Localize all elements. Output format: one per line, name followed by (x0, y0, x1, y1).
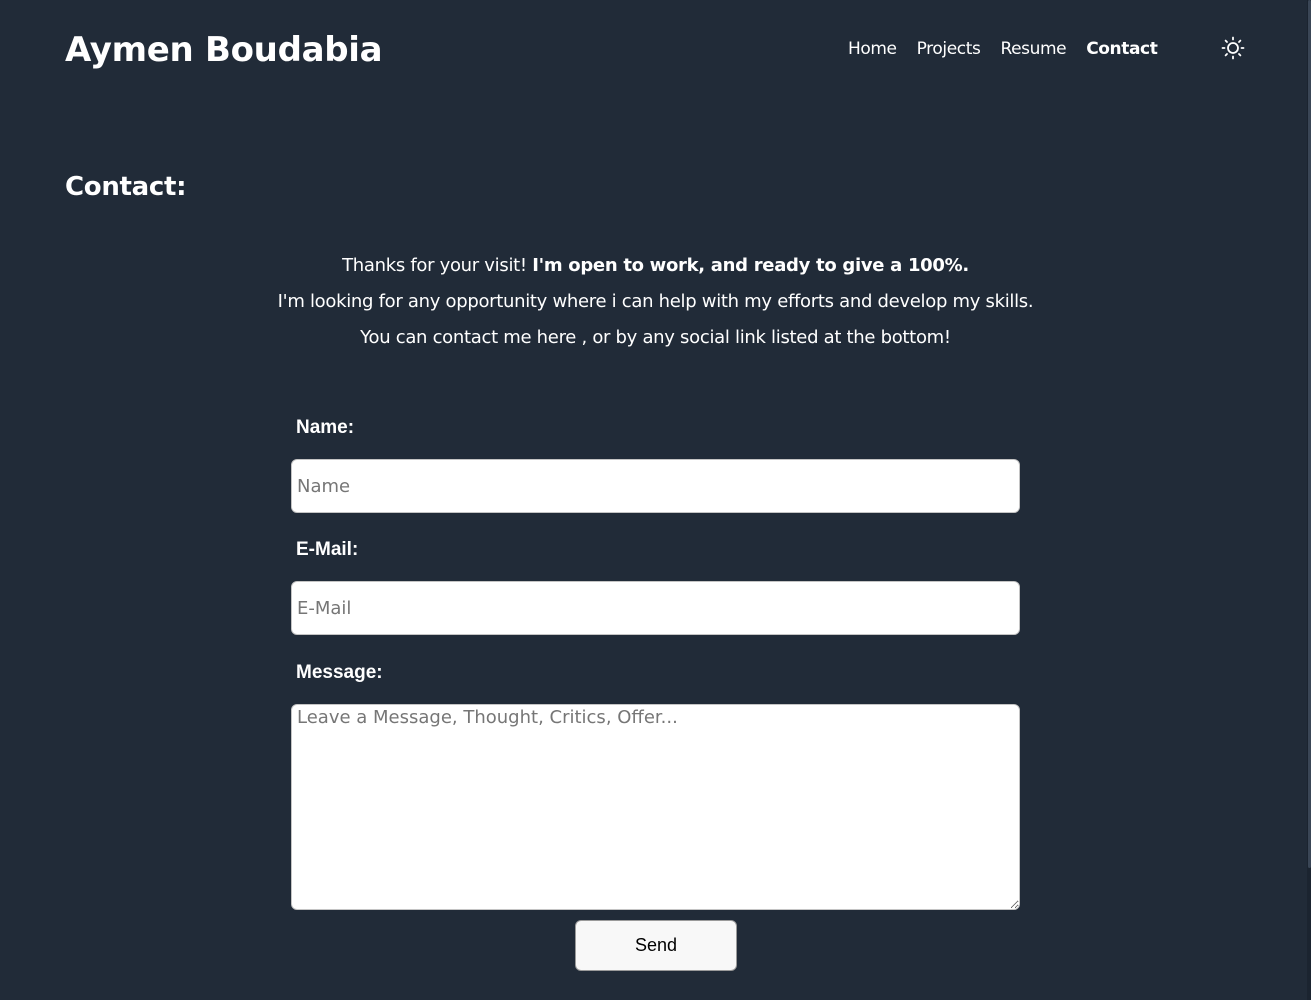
send-button[interactable]: Send (575, 920, 737, 971)
name-input[interactable] (291, 459, 1020, 513)
scrollbar-track[interactable] (1307, 0, 1311, 1000)
intro-line-1: Thanks for your visit! I'm open to work,… (0, 248, 1311, 284)
page-title: Contact: (65, 172, 187, 202)
site-title[interactable]: Aymen Boudabia (65, 28, 383, 72)
intro-line-3: You can contact me here , or by any soci… (360, 327, 951, 348)
name-label: Name: (296, 417, 355, 438)
site-header: Aymen Boudabia Home Projects Resume Cont… (0, 0, 1311, 100)
email-label: E-Mail: (296, 539, 359, 560)
nav-home[interactable]: Home (848, 37, 897, 61)
message-textarea[interactable] (291, 704, 1020, 910)
email-input[interactable] (291, 581, 1020, 635)
intro-line-1-bold: I'm open to work, and ready to give a 10… (532, 255, 969, 276)
nav-contact[interactable]: Contact (1086, 37, 1158, 61)
main-nav: Home Projects Resume Contact (848, 37, 1158, 61)
intro-line-2: I'm looking for any opportunity where i … (277, 291, 1034, 312)
theme-toggle-button[interactable] (1219, 34, 1247, 62)
intro-line-1-plain: Thanks for your visit! (342, 255, 533, 276)
sun-icon (1221, 36, 1245, 60)
nav-projects[interactable]: Projects (917, 37, 981, 61)
nav-resume[interactable]: Resume (1000, 37, 1066, 61)
intro-text: Thanks for your visit! I'm open to work,… (0, 248, 1311, 356)
message-label: Message: (296, 662, 383, 683)
